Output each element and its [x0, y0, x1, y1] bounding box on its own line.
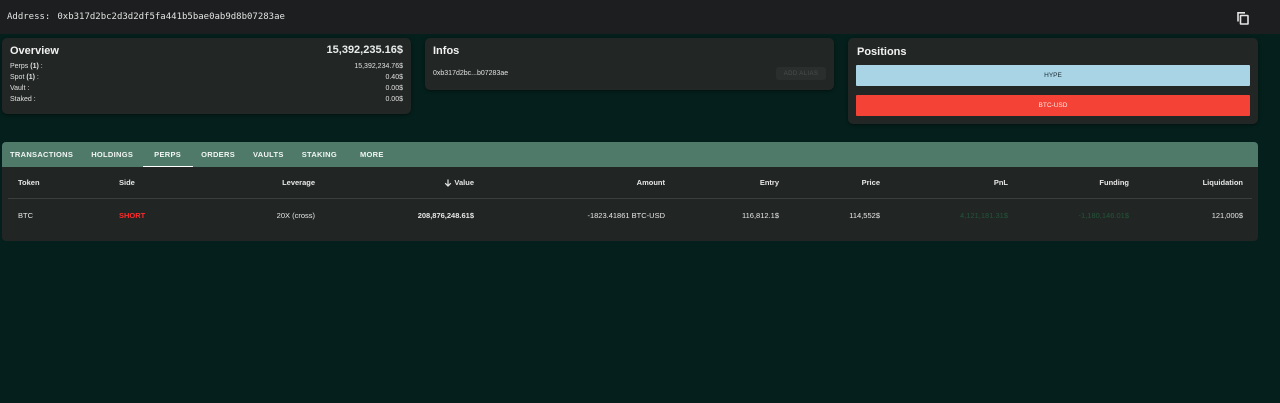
arrow-down-icon [445, 179, 452, 187]
short-address: 0xb317d2bc...b07283ae [433, 70, 509, 77]
add-alias-button[interactable]: ADD ALIAS [776, 67, 826, 80]
header-side[interactable]: Side [119, 167, 135, 198]
positions-title: Positions [857, 46, 907, 58]
cell-amount: -1823.41861 BTC-USD [587, 210, 665, 220]
tab-perps[interactable]: PERPS [143, 142, 194, 167]
tab-bar: TRANSACTIONS HOLDINGS PERPS ORDERS VAULT… [2, 142, 1258, 167]
header-pnl[interactable]: PnL [994, 167, 1008, 198]
tab-transactions[interactable]: TRANSACTIONS [2, 142, 83, 167]
overview-card: Overview 15,392,235.16$ Perps (1) : 15,3… [2, 38, 411, 114]
header-price[interactable]: Price [862, 167, 880, 198]
overview-row-label: Vault : [10, 85, 30, 92]
header-token[interactable]: Token [18, 167, 40, 198]
cell-entry: 116,812.1$ [742, 210, 779, 220]
overview-row-label: Staked : [10, 96, 36, 103]
copy-icon[interactable] [1236, 11, 1250, 25]
position-hype-button[interactable]: HYPE [856, 65, 1250, 86]
cell-funding: -1,180,146.01$ [1078, 210, 1129, 220]
position-btc-usd-button[interactable]: BTC-USD [856, 95, 1250, 116]
header-entry[interactable]: Entry [760, 167, 779, 198]
overview-row-perps: Perps (1) : 15,392,234.76$ [10, 63, 403, 70]
header-leverage[interactable]: Leverage [282, 167, 315, 198]
header-value-label: Value [454, 178, 474, 187]
perps-panel: TRANSACTIONS HOLDINGS PERPS ORDERS VAULT… [2, 142, 1258, 241]
cell-side: SHORT [119, 210, 146, 220]
cell-value: 208,876,248.61$ [417, 210, 474, 220]
header-value[interactable]: Value [444, 167, 474, 198]
cell-liquidation: 121,000$ [1211, 210, 1243, 220]
cell-price: 114,552$ [849, 210, 880, 220]
header-amount[interactable]: Amount [637, 167, 665, 198]
overview-total: 15,392,235.16$ [326, 44, 403, 56]
overview-title: Overview [10, 45, 59, 57]
address-label: Address: [7, 12, 51, 22]
overview-row-staked: Staked : 0.00$ [10, 96, 403, 103]
overview-row-value: 15,392,234.76$ [354, 63, 403, 70]
table-row[interactable]: BTC SHORT 20X (cross) 208,876,248.61$ -1… [8, 199, 1252, 231]
tab-orders[interactable]: ORDERS [193, 142, 245, 167]
cell-token: BTC [18, 210, 33, 220]
tab-more[interactable]: MORE [347, 142, 394, 167]
cell-pnl: 4,121,181.31$ [960, 210, 1008, 220]
address-bar: Address: 0xb317d2bc2d3d2df5fa441b5bae0ab… [0, 0, 1280, 34]
overview-row-value: 0.00$ [385, 85, 403, 92]
overview-row-spot: Spot (1) : 0.40$ [10, 74, 403, 81]
overview-row-label: Spot (1) : [10, 74, 39, 81]
infos-card: Infos 0xb317d2bc...b07283ae ADD ALIAS [425, 38, 834, 90]
overview-row-value: 0.40$ [385, 74, 403, 81]
infos-title: Infos [433, 45, 460, 57]
overview-row-vault: Vault : 0.00$ [10, 85, 403, 92]
positions-table: Token Side Leverage Value Amount Entry P… [8, 167, 1252, 231]
tab-staking[interactable]: STAKING [294, 142, 347, 167]
tab-vaults[interactable]: VAULTS [245, 142, 294, 167]
positions-card: Positions HYPE BTC-USD [848, 38, 1258, 124]
overview-row-label: Perps (1) : [10, 63, 43, 70]
overview-row-value: 0.00$ [385, 96, 403, 103]
tab-holdings[interactable]: HOLDINGS [83, 142, 143, 167]
table-header-row: Token Side Leverage Value Amount Entry P… [8, 167, 1252, 199]
header-funding[interactable]: Funding [1099, 167, 1129, 198]
cell-leverage: 20X (cross) [276, 210, 315, 220]
header-liquidation[interactable]: Liquidation [1203, 167, 1243, 198]
wallet-address: 0xb317d2bc2d3d2df5fa441b5bae0ab9d8b07283… [57, 12, 285, 22]
